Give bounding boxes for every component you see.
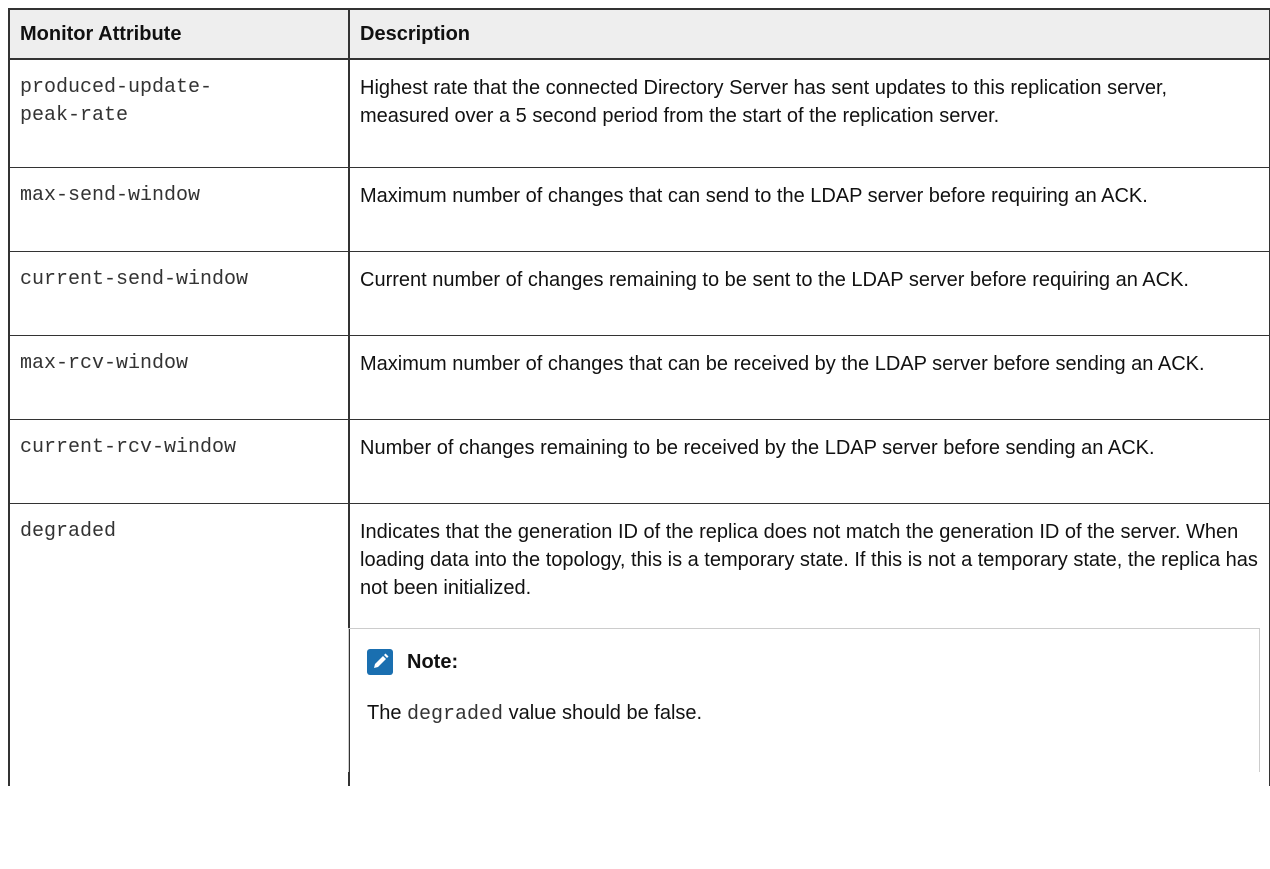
- table-row: degraded Indicates that the generation I…: [8, 503, 1270, 786]
- note-header: Note:: [367, 647, 1259, 677]
- description-cell: Highest rate that the connected Director…: [348, 59, 1270, 168]
- attribute-cell: degraded: [8, 503, 350, 786]
- note-title: Note:: [407, 650, 459, 673]
- note-text-before: The: [367, 701, 408, 724]
- table-row: max-send-window Maximum number of change…: [8, 167, 1270, 252]
- attribute-cell: max-rcv-window: [8, 335, 350, 420]
- description-cell: Indicates that the generation ID of the …: [348, 503, 1270, 786]
- description-cell: Maximum number of changes that can be re…: [348, 335, 1270, 420]
- note-callout: Note: The degraded value should be false…: [348, 627, 1260, 772]
- table-row: produced-update- peak-rate Highest rate …: [8, 59, 1270, 168]
- description-cell: Current number of changes remaining to b…: [348, 251, 1270, 336]
- attribute-name: produced-update- peak-rate: [20, 76, 213, 127]
- note-pencil-icon: [367, 648, 393, 675]
- document-page: Monitor Attribute Description produced-u…: [0, 0, 1270, 869]
- attribute-cell: current-send-window: [8, 251, 350, 336]
- note-body: The degraded value should be false.: [367, 699, 1259, 729]
- table-header-row: Monitor Attribute Description: [8, 8, 1270, 60]
- description-text: Indicates that the generation ID of the …: [360, 520, 1258, 599]
- attribute-cell: current-rcv-window: [8, 419, 350, 504]
- attribute-cell: produced-update- peak-rate: [8, 59, 350, 168]
- table-row: current-rcv-window Number of changes rem…: [8, 419, 1270, 504]
- header-monitor-attribute: Monitor Attribute: [8, 8, 350, 60]
- note-code: degraded: [407, 702, 504, 726]
- table-row: max-rcv-window Maximum number of changes…: [8, 335, 1270, 420]
- description-cell: Maximum number of changes that can send …: [348, 167, 1270, 252]
- table-row: current-send-window Current number of ch…: [8, 251, 1270, 336]
- description-cell: Number of changes remaining to be receiv…: [348, 419, 1270, 504]
- attribute-cell: max-send-window: [8, 167, 350, 252]
- header-description: Description: [348, 8, 1270, 60]
- note-text-after: value should be false.: [503, 701, 703, 724]
- monitor-attribute-table: Monitor Attribute Description produced-u…: [8, 8, 1270, 786]
